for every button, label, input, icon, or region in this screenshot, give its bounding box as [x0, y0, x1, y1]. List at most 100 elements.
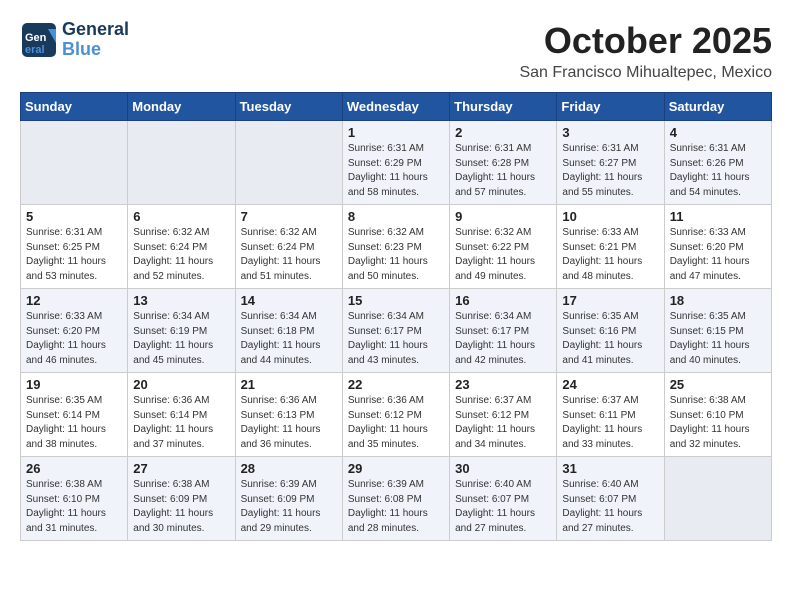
month-title: October 2025 [519, 20, 772, 62]
weekday-header-saturday: Saturday [664, 93, 771, 121]
calendar-cell: 28 Sunrise: 6:39 AM Sunset: 6:09 PM Dayli… [235, 457, 342, 541]
day-info: Sunrise: 6:32 AM Sunset: 6:24 PM Dayligh… [241, 226, 337, 284]
day-number: 6 [133, 209, 229, 224]
calendar-cell [128, 121, 235, 205]
weekday-header-tuesday: Tuesday [235, 93, 342, 121]
calendar-cell: 30 Sunrise: 6:40 AM Sunset: 6:07 PM Dayli… [450, 457, 557, 541]
day-number: 17 [562, 293, 658, 308]
day-number: 14 [241, 293, 337, 308]
weekday-header-thursday: Thursday [450, 93, 557, 121]
svg-text:eral: eral [25, 44, 45, 56]
day-info: Sunrise: 6:31 AM Sunset: 6:28 PM Dayligh… [455, 142, 551, 200]
calendar-cell: 27 Sunrise: 6:38 AM Sunset: 6:09 PM Dayli… [128, 457, 235, 541]
day-info: Sunrise: 6:32 AM Sunset: 6:23 PM Dayligh… [348, 226, 444, 284]
calendar-week-row: 5 Sunrise: 6:31 AM Sunset: 6:25 PM Daylig… [21, 205, 772, 289]
day-number: 28 [241, 461, 337, 476]
calendar-cell: 15 Sunrise: 6:34 AM Sunset: 6:17 PM Dayli… [342, 289, 449, 373]
calendar-week-row: 12 Sunrise: 6:33 AM Sunset: 6:20 PM Dayli… [21, 289, 772, 373]
day-number: 31 [562, 461, 658, 476]
calendar-week-row: 1 Sunrise: 6:31 AM Sunset: 6:29 PM Daylig… [21, 121, 772, 205]
calendar-cell: 3Sunrise: 6:31 AM Sunset: 6:27 PM Daylig… [557, 121, 664, 205]
calendar-cell: 9Sunrise: 6:32 AM Sunset: 6:22 PM Daylig… [450, 205, 557, 289]
day-number: 8 [348, 209, 444, 224]
day-number: 9 [455, 209, 551, 224]
day-info: Sunrise: 6:35 AM Sunset: 6:14 PM Dayligh… [26, 394, 122, 452]
day-number: 26 [26, 461, 122, 476]
day-info: Sunrise: 6:38 AM Sunset: 6:09 PM Dayligh… [133, 478, 229, 536]
day-info: Sunrise: 6:33 AM Sunset: 6:21 PM Dayligh… [562, 226, 658, 284]
calendar-cell: 5 Sunrise: 6:31 AM Sunset: 6:25 PM Daylig… [21, 205, 128, 289]
day-number: 29 [348, 461, 444, 476]
day-number: 7 [241, 209, 337, 224]
day-number: 23 [455, 377, 551, 392]
calendar-cell: 17 Sunrise: 6:35 AM Sunset: 6:16 PM Dayli… [557, 289, 664, 373]
calendar-cell: 24 Sunrise: 6:37 AM Sunset: 6:11 PM Dayli… [557, 373, 664, 457]
weekday-header-sunday: Sunday [21, 93, 128, 121]
day-info: Sunrise: 6:32 AM Sunset: 6:24 PM Dayligh… [133, 226, 229, 284]
day-info: Sunrise: 6:36 AM Sunset: 6:14 PM Dayligh… [133, 394, 229, 452]
weekday-header-row: SundayMondayTuesdayWednesdayThursdayFrid… [21, 93, 772, 121]
day-info: Sunrise: 6:33 AM Sunset: 6:20 PM Dayligh… [26, 310, 122, 368]
logo-icon: Gen eral [20, 21, 58, 59]
calendar-cell: 13 Sunrise: 6:34 AM Sunset: 6:19 PM Dayli… [128, 289, 235, 373]
day-number: 15 [348, 293, 444, 308]
calendar-cell [664, 457, 771, 541]
day-info: Sunrise: 6:37 AM Sunset: 6:11 PM Dayligh… [562, 394, 658, 452]
day-number: 27 [133, 461, 229, 476]
weekday-header-friday: Friday [557, 93, 664, 121]
day-info: Sunrise: 6:31 AM Sunset: 6:29 PM Dayligh… [348, 142, 444, 200]
calendar-cell: 31 Sunrise: 6:40 AM Sunset: 6:07 PM Dayli… [557, 457, 664, 541]
page-header: Gen eral General Blue October 2025 San F… [20, 20, 772, 82]
logo: Gen eral General Blue [20, 20, 129, 60]
day-info: Sunrise: 6:40 AM Sunset: 6:07 PM Dayligh… [562, 478, 658, 536]
day-number: 25 [670, 377, 766, 392]
calendar-cell: 16Sunrise: 6:34 AM Sunset: 6:17 PM Dayli… [450, 289, 557, 373]
day-number: 2 [455, 125, 551, 140]
day-number: 4 [670, 125, 766, 140]
day-info: Sunrise: 6:39 AM Sunset: 6:09 PM Dayligh… [241, 478, 337, 536]
logo-general: General [62, 20, 129, 40]
weekday-header-monday: Monday [128, 93, 235, 121]
calendar-cell: 10 Sunrise: 6:33 AM Sunset: 6:21 PM Dayli… [557, 205, 664, 289]
day-number: 16 [455, 293, 551, 308]
logo-blue: Blue [62, 40, 129, 60]
day-number: 20 [133, 377, 229, 392]
day-number: 24 [562, 377, 658, 392]
location-title: San Francisco Mihualtepec, Mexico [519, 64, 772, 82]
day-info: Sunrise: 6:33 AM Sunset: 6:20 PM Dayligh… [670, 226, 766, 284]
calendar-cell: 14 Sunrise: 6:34 AM Sunset: 6:18 PM Dayli… [235, 289, 342, 373]
day-info: Sunrise: 6:39 AM Sunset: 6:08 PM Dayligh… [348, 478, 444, 536]
calendar-cell: 29 Sunrise: 6:39 AM Sunset: 6:08 PM Dayli… [342, 457, 449, 541]
calendar-cell: 23 Sunrise: 6:37 AM Sunset: 6:12 PM Dayli… [450, 373, 557, 457]
calendar-cell [235, 121, 342, 205]
calendar-cell: 19Sunrise: 6:35 AM Sunset: 6:14 PM Dayli… [21, 373, 128, 457]
calendar-cell: 4 Sunrise: 6:31 AM Sunset: 6:26 PM Daylig… [664, 121, 771, 205]
day-info: Sunrise: 6:31 AM Sunset: 6:25 PM Dayligh… [26, 226, 122, 284]
day-number: 10 [562, 209, 658, 224]
day-info: Sunrise: 6:34 AM Sunset: 6:19 PM Dayligh… [133, 310, 229, 368]
title-block: October 2025 San Francisco Mihualtepec, … [519, 20, 772, 82]
calendar-cell: 25Sunrise: 6:38 AM Sunset: 6:10 PM Dayli… [664, 373, 771, 457]
day-number: 30 [455, 461, 551, 476]
day-info: Sunrise: 6:34 AM Sunset: 6:17 PM Dayligh… [348, 310, 444, 368]
day-number: 12 [26, 293, 122, 308]
calendar-cell: 1 Sunrise: 6:31 AM Sunset: 6:29 PM Daylig… [342, 121, 449, 205]
day-number: 13 [133, 293, 229, 308]
day-info: Sunrise: 6:31 AM Sunset: 6:26 PM Dayligh… [670, 142, 766, 200]
day-number: 1 [348, 125, 444, 140]
day-number: 5 [26, 209, 122, 224]
day-info: Sunrise: 6:37 AM Sunset: 6:12 PM Dayligh… [455, 394, 551, 452]
calendar-cell: 21Sunrise: 6:36 AM Sunset: 6:13 PM Dayli… [235, 373, 342, 457]
day-info: Sunrise: 6:40 AM Sunset: 6:07 PM Dayligh… [455, 478, 551, 536]
day-info: Sunrise: 6:35 AM Sunset: 6:15 PM Dayligh… [670, 310, 766, 368]
calendar-cell [21, 121, 128, 205]
day-info: Sunrise: 6:34 AM Sunset: 6:18 PM Dayligh… [241, 310, 337, 368]
day-number: 11 [670, 209, 766, 224]
day-info: Sunrise: 6:36 AM Sunset: 6:13 PM Dayligh… [241, 394, 337, 452]
day-info: Sunrise: 6:31 AM Sunset: 6:27 PM Dayligh… [562, 142, 658, 200]
day-info: Sunrise: 6:38 AM Sunset: 6:10 PM Dayligh… [26, 478, 122, 536]
calendar-cell: 7 Sunrise: 6:32 AM Sunset: 6:24 PM Daylig… [235, 205, 342, 289]
calendar-cell: 12 Sunrise: 6:33 AM Sunset: 6:20 PM Dayli… [21, 289, 128, 373]
calendar-table: SundayMondayTuesdayWednesdayThursdayFrid… [20, 92, 772, 541]
day-info: Sunrise: 6:35 AM Sunset: 6:16 PM Dayligh… [562, 310, 658, 368]
